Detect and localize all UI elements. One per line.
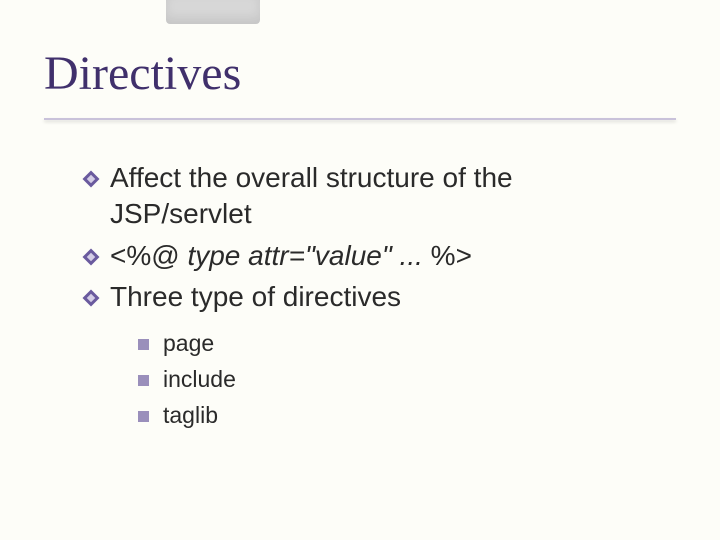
decoration-tab (166, 0, 260, 24)
slide: Directives Affect the overall structure … (0, 0, 720, 540)
bullet-text: Affect the overall structure of the JSP/… (110, 160, 660, 232)
slide-body: Affect the overall structure of the JSP/… (82, 160, 660, 437)
diamond-bullet-icon (82, 289, 100, 307)
sub-bullet-text: include (163, 365, 236, 395)
sub-list: page include taglib (138, 329, 660, 431)
code-suffix: %> (423, 240, 472, 271)
bullet-text: <%@ type attr="value" ... %> (110, 238, 660, 274)
square-bullet-icon (138, 411, 149, 422)
code-italic: type attr="value" ... (187, 240, 422, 271)
bullet-item: <%@ type attr="value" ... %> (82, 238, 660, 274)
title-underline (44, 118, 676, 120)
diamond-bullet-icon (82, 170, 100, 188)
sub-bullet-item: include (138, 365, 660, 395)
diamond-bullet-icon (82, 248, 100, 266)
slide-title: Directives (44, 46, 676, 109)
bullet-item: Three type of directives (82, 279, 660, 315)
square-bullet-icon (138, 339, 149, 350)
sub-bullet-item: taglib (138, 401, 660, 431)
code-prefix: <%@ (110, 240, 187, 271)
sub-bullet-item: page (138, 329, 660, 359)
square-bullet-icon (138, 375, 149, 386)
bullet-text: Three type of directives (110, 279, 660, 315)
bullet-item: Affect the overall structure of the JSP/… (82, 160, 660, 232)
sub-bullet-text: taglib (163, 401, 218, 431)
sub-bullet-text: page (163, 329, 214, 359)
